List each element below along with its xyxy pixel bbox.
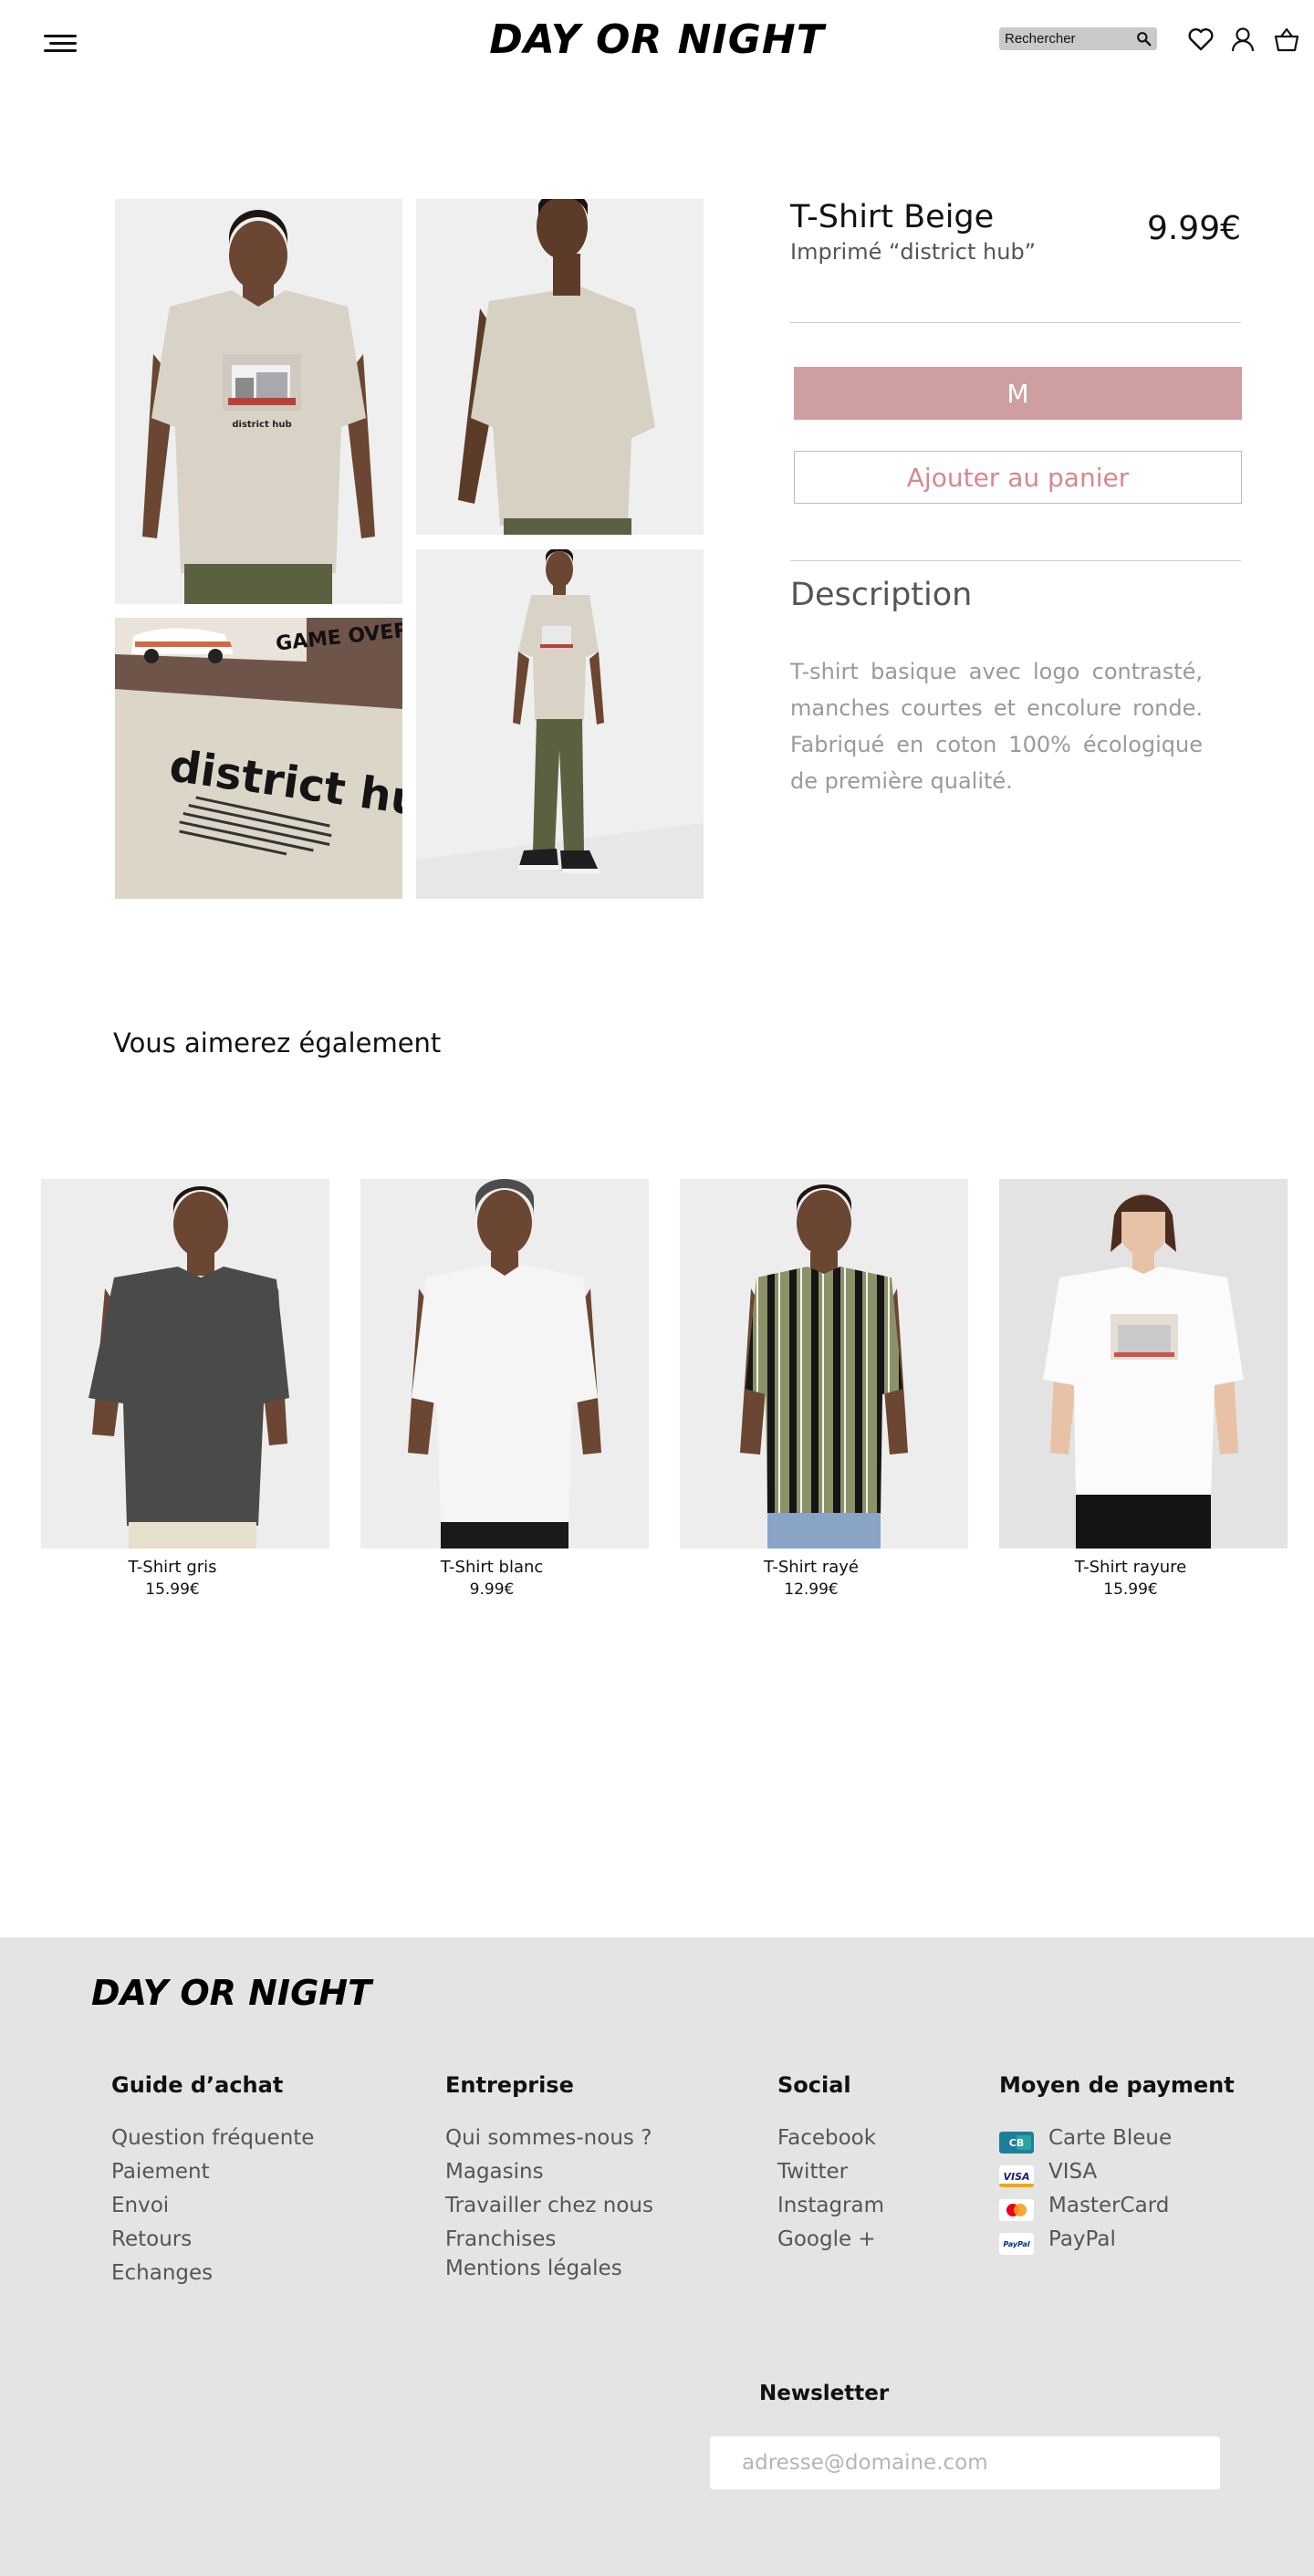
search-input[interactable]	[1005, 29, 1132, 48]
print-label: district hub	[232, 420, 291, 430]
description-title: Description	[790, 577, 973, 613]
svg-text:VISA: VISA	[1003, 2171, 1029, 2183]
product-photo-print-closeup[interactable]: GAME OVER district hub	[115, 618, 402, 899]
newsletter-email-input[interactable]	[710, 2436, 1220, 2489]
footer-link-shipping[interactable]: Envoi	[111, 2194, 169, 2217]
product-price: 9.99€	[1146, 210, 1241, 247]
visa-icon: VISA	[999, 2165, 1034, 2187]
add-to-cart-button[interactable]: Ajouter au panier	[794, 451, 1242, 504]
heart-icon[interactable]	[1187, 26, 1215, 53]
recommendation-card[interactable]: T-Shirt rayure 15.99€	[999, 1179, 1288, 1599]
recommendation-card[interactable]: T-Shirt rayé 12.99€	[680, 1179, 968, 1599]
carte-bleue-icon: CB	[999, 2132, 1034, 2154]
recommendation-name[interactable]: T-Shirt blanc	[360, 1558, 649, 1577]
product-title: T-Shirt Beige	[790, 199, 995, 235]
svg-text:CB: CB	[1009, 2137, 1024, 2149]
recommendation-card[interactable]: T-Shirt gris 15.99€	[41, 1179, 329, 1599]
search-bar	[999, 27, 1157, 50]
footer-link-twitter[interactable]: Twitter	[777, 2160, 848, 2184]
product-thumbnail[interactable]	[680, 1179, 968, 1549]
footer-company-title: Entreprise	[445, 2072, 574, 2098]
footer-link-faq[interactable]: Question fréquente	[111, 2126, 314, 2150]
footer-link-careers[interactable]: Travailler chez nous	[445, 2194, 653, 2217]
product-thumbnail[interactable]	[41, 1179, 329, 1549]
recommendation-name[interactable]: T-Shirt gris	[41, 1558, 329, 1577]
payment-method-paypal: PayPal	[1048, 2227, 1116, 2251]
product-thumbnail[interactable]	[360, 1179, 649, 1549]
recommendations-title: Vous aimerez également	[113, 1027, 442, 1059]
footer-link-about[interactable]: Qui sommes-nous ?	[445, 2126, 652, 2150]
paypal-icon: PayPal	[999, 2233, 1034, 2255]
product-subtitle: Imprimé “district hub”	[790, 239, 1037, 265]
footer-link-stores[interactable]: Magasins	[445, 2160, 544, 2184]
newsletter-title: Newsletter	[759, 2382, 890, 2405]
product-thumbnail[interactable]	[999, 1179, 1288, 1549]
footer-guide-title: Guide d’achat	[111, 2072, 284, 2098]
footer-link-payment[interactable]: Paiement	[111, 2160, 210, 2184]
footer-link-instagram[interactable]: Instagram	[777, 2194, 884, 2217]
svg-text:PayPal: PayPal	[1003, 2240, 1029, 2248]
payment-method-visa: VISA	[1048, 2160, 1098, 2184]
footer-payment-title: Moyen de payment	[999, 2072, 1235, 2098]
recommendation-card[interactable]: T-Shirt blanc 9.99€	[360, 1179, 649, 1599]
footer-link-google-plus[interactable]: Google +	[777, 2227, 876, 2251]
recommendation-price: 15.99€	[1103, 1580, 1158, 1599]
search-icon[interactable]	[1136, 31, 1152, 47]
product-photo-side[interactable]	[416, 199, 704, 535]
divider	[790, 560, 1241, 561]
recommendation-name[interactable]: T-Shirt rayure	[999, 1558, 1288, 1577]
size-selector-button[interactable]: M	[794, 367, 1242, 420]
description-text: T-shirt basique avec logo contrasté, man…	[790, 659, 1203, 794]
product-photo-front[interactable]: district hub	[115, 199, 402, 604]
recommendation-name[interactable]: T-Shirt rayé	[680, 1558, 968, 1577]
mastercard-icon	[999, 2199, 1034, 2221]
recommendation-price: 12.99€	[784, 1580, 839, 1599]
footer-link-facebook[interactable]: Facebook	[777, 2126, 876, 2150]
footer-link-returns[interactable]: Retours	[111, 2227, 192, 2251]
footer-link-legal[interactable]: Mentions légales	[445, 2257, 622, 2280]
basket-icon[interactable]	[1273, 26, 1300, 53]
recommendation-price: 15.99€	[145, 1580, 200, 1599]
footer-brand-logo[interactable]: DAY OR NIGHT	[91, 1973, 371, 2013]
product-photo-full-body[interactable]	[416, 549, 704, 899]
footer-link-franchises[interactable]: Franchises	[445, 2227, 556, 2251]
recommendation-price: 9.99€	[469, 1580, 515, 1599]
footer-link-exchanges[interactable]: Echanges	[111, 2261, 213, 2285]
footer-social-title: Social	[777, 2072, 851, 2098]
divider	[790, 322, 1241, 323]
payment-method-mastercard: MasterCard	[1048, 2194, 1170, 2217]
payment-method-carte-bleue: Carte Bleue	[1048, 2126, 1173, 2150]
user-icon[interactable]	[1229, 26, 1257, 53]
